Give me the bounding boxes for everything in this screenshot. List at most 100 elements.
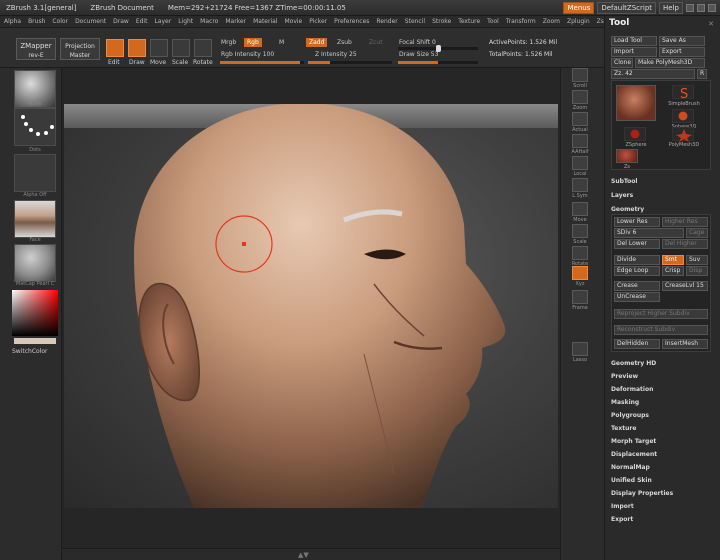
edit-tool-icon[interactable] [106, 39, 124, 57]
help-button[interactable]: Help [659, 2, 683, 14]
zsphere-thumbnail[interactable] [624, 127, 646, 141]
menu-marker[interactable]: Marker [225, 18, 246, 25]
displacement-section[interactable]: Displacement [611, 451, 657, 458]
export-section[interactable]: Export [611, 516, 633, 523]
divide-button[interactable]: Divide [614, 255, 660, 265]
smt-toggle[interactable]: Smt [662, 255, 684, 265]
head-sculpt[interactable] [64, 104, 558, 508]
lsym-button[interactable]: L.Sym [567, 178, 593, 199]
deformation-section[interactable]: Deformation [611, 386, 653, 393]
zadd-button[interactable]: Zadd [306, 38, 328, 47]
scroll-button[interactable]: Scroll [567, 68, 593, 89]
menu-alpha[interactable]: Alpha [4, 18, 21, 25]
menu-zoom[interactable]: Zoom [543, 18, 560, 25]
draw-tool-icon[interactable] [128, 39, 146, 57]
geometry-section[interactable]: Geometry [611, 206, 644, 213]
save-as-button[interactable]: Save As [659, 36, 705, 46]
delhidden-button[interactable]: DelHidden [614, 339, 660, 349]
crisp-toggle[interactable]: Crisp [662, 266, 684, 276]
layers-section[interactable]: Layers [611, 192, 633, 199]
display-properties-section[interactable]: Display Properties [611, 490, 673, 497]
creaselvl-slider[interactable]: CreaseLvl 15 [662, 281, 708, 291]
export-button[interactable]: Export [659, 47, 705, 57]
make-polymesh-button[interactable]: Make PolyMesh3D [635, 58, 705, 68]
rgb-intensity-slider[interactable] [220, 61, 304, 64]
projection-master-button[interactable]: Projection Master [60, 38, 100, 60]
menu-brush[interactable]: Brush [28, 18, 45, 25]
default-zscript-button[interactable]: DefaultZScript [597, 2, 657, 14]
load-tool-button[interactable]: Load Tool [611, 36, 657, 46]
menu-stroke[interactable]: Stroke [432, 18, 451, 25]
rgb-button[interactable]: Rgb [244, 38, 262, 47]
reproject-button[interactable]: Reproject Higher Subdiv [614, 309, 708, 319]
import-section[interactable]: Import [611, 503, 634, 510]
unified-skin-section[interactable]: Unified Skin [611, 477, 652, 484]
move-view-button[interactable]: Move [567, 202, 593, 223]
polygroups-section[interactable]: Polygroups [611, 412, 649, 419]
higher-res-button[interactable]: Higher Res [662, 217, 708, 227]
stroke-thumbnail[interactable] [14, 108, 56, 146]
del-higher-button[interactable]: Del Higher [662, 239, 708, 249]
mrgb-button[interactable]: Mrgb [218, 38, 239, 47]
menu-edit[interactable]: Edit [136, 18, 148, 25]
zcut-button[interactable]: Zcut [366, 38, 386, 47]
r-button[interactable]: R [697, 69, 707, 79]
m-button[interactable]: M [276, 38, 287, 47]
menu-picker[interactable]: Picker [309, 18, 327, 25]
normalmap-section[interactable]: NormalMap [611, 464, 650, 471]
aahalf-button[interactable]: AAHalf [567, 134, 593, 155]
zs-thumbnail[interactable] [616, 149, 638, 163]
menu-tool[interactable]: Tool [487, 18, 499, 25]
zoom-button[interactable]: Zoom [567, 90, 593, 111]
current-tool-thumbnail[interactable] [616, 85, 656, 121]
rotate-tool-icon[interactable] [194, 39, 212, 57]
disp-toggle[interactable]: Disp [686, 266, 708, 276]
rgb-intensity-label[interactable]: Rgb Intensity 100 [218, 50, 277, 59]
z-intensity-label[interactable]: Z Intensity 25 [312, 50, 360, 59]
menu-light[interactable]: Light [178, 18, 193, 25]
edge-loop-button[interactable]: Edge Loop [614, 266, 660, 276]
switch-color-button[interactable]: SwitchColor [12, 348, 58, 355]
xyz-button[interactable]: Xyz [567, 266, 593, 287]
menu-render[interactable]: Render [376, 18, 397, 25]
morph-target-section[interactable]: Morph Target [611, 438, 656, 445]
menu-document[interactable]: Document [75, 18, 106, 25]
lasso-button[interactable]: Lasso [567, 342, 593, 363]
menu-zplugin[interactable]: Zplugin [567, 18, 590, 25]
color-picker[interactable] [12, 290, 58, 336]
texture-section[interactable]: Texture [611, 425, 636, 432]
geometry-hd-section[interactable]: Geometry HD [611, 360, 656, 367]
frame-button[interactable]: Frame [567, 290, 593, 311]
collapse-arrows-icon[interactable]: ▲▼ [298, 551, 309, 559]
sphere3d-thumbnail[interactable] [672, 109, 694, 123]
menu-movie[interactable]: Movie [284, 18, 302, 25]
menu-material[interactable]: Material [253, 18, 277, 25]
clone-button[interactable]: Clone [611, 58, 633, 68]
import-button[interactable]: Import [611, 47, 657, 57]
scale-view-button[interactable]: Scale [567, 224, 593, 245]
menu-preferences[interactable]: Preferences [334, 18, 369, 25]
secondary-color-swatch[interactable] [14, 338, 56, 344]
tool-size-slider[interactable]: Zz. 42 [611, 69, 695, 79]
menu-texture[interactable]: Texture [458, 18, 480, 25]
sdiv-slider[interactable]: SDiv 6 [614, 228, 684, 238]
scale-tool-icon[interactable] [172, 39, 190, 57]
z-intensity-slider[interactable] [308, 61, 392, 64]
menu-macro[interactable]: Macro [200, 18, 218, 25]
zmapper-button[interactable]: ZMapper rev-E [16, 38, 56, 60]
del-lower-button[interactable]: Del Lower [614, 239, 660, 249]
simplebrush-thumbnail[interactable]: S [672, 85, 694, 102]
menus-button[interactable]: Menus [563, 2, 595, 14]
maximize-icon[interactable] [697, 4, 705, 12]
suv-toggle[interactable]: Suv [686, 255, 708, 265]
menu-layer[interactable]: Layer [154, 18, 171, 25]
rotate-view-button[interactable]: Rotate [567, 246, 593, 267]
menu-transform[interactable]: Transform [506, 18, 536, 25]
move-tool-icon[interactable] [150, 39, 168, 57]
insertmesh-button[interactable]: InsertMesh [662, 339, 708, 349]
crease-button[interactable]: Crease [614, 281, 660, 291]
minimize-icon[interactable] [686, 4, 694, 12]
zsub-button[interactable]: Zsub [334, 38, 355, 47]
palette-close-icon[interactable]: ✕ [708, 20, 714, 28]
menu-color[interactable]: Color [52, 18, 68, 25]
